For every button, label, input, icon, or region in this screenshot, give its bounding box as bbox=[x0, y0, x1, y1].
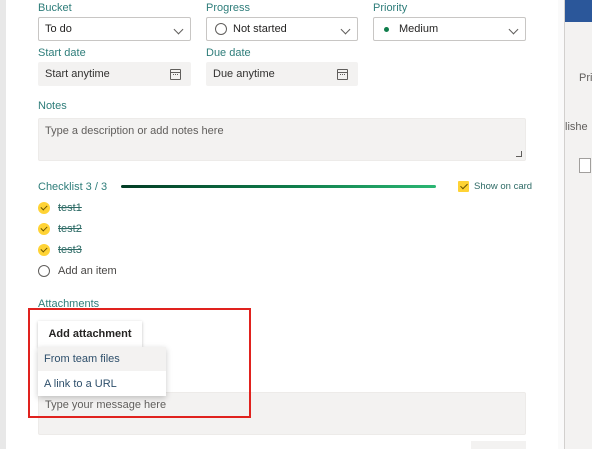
checklist-item[interactable]: test1 bbox=[38, 202, 82, 214]
chevron-down-icon bbox=[173, 24, 184, 35]
notes-placeholder: Type a description or add notes here bbox=[45, 125, 224, 137]
send-button[interactable] bbox=[471, 441, 526, 449]
document-icon bbox=[579, 158, 591, 173]
chevron-down-icon bbox=[508, 24, 519, 35]
check-circle-icon[interactable] bbox=[38, 202, 50, 214]
calendar-icon[interactable] bbox=[337, 69, 348, 80]
start-date-label: Start date bbox=[38, 47, 86, 59]
calendar-icon[interactable] bbox=[170, 69, 181, 80]
check-circle-icon[interactable] bbox=[38, 244, 50, 256]
add-item-label[interactable]: Add an item bbox=[58, 265, 117, 277]
checklist-item-text[interactable]: test2 bbox=[58, 223, 82, 235]
empty-circle-icon bbox=[215, 23, 227, 35]
checklist-item-text[interactable]: test3 bbox=[58, 244, 82, 256]
notes-textarea[interactable]: Type a description or add notes here bbox=[38, 118, 526, 161]
priority-value: Medium bbox=[399, 23, 439, 35]
progress-dropdown[interactable]: Not started bbox=[206, 17, 358, 41]
bucket-value: To do bbox=[45, 23, 72, 35]
start-date-field[interactable]: Start anytime bbox=[38, 62, 191, 86]
due-date-value: Due anytime bbox=[213, 68, 275, 80]
check-circle-icon[interactable] bbox=[38, 223, 50, 235]
checklist-item[interactable]: test2 bbox=[38, 223, 82, 235]
background-panel: Pri lishe bbox=[564, 0, 592, 449]
priority-label: Priority bbox=[373, 2, 408, 14]
checklist-progress-bar bbox=[121, 185, 436, 188]
progress-label: Progress bbox=[206, 2, 251, 14]
chevron-down-icon bbox=[340, 24, 351, 35]
notes-label: Notes bbox=[38, 100, 67, 112]
background-edge bbox=[0, 0, 6, 449]
background-text: lishe bbox=[565, 121, 588, 133]
show-on-card-label: Show on card bbox=[474, 181, 533, 192]
checklist-item[interactable]: test3 bbox=[38, 244, 82, 256]
resize-handle-icon[interactable] bbox=[516, 151, 522, 157]
priority-dot-icon bbox=[384, 26, 389, 32]
due-date-field[interactable]: Due anytime bbox=[206, 62, 358, 86]
show-on-card-checkbox[interactable] bbox=[458, 181, 469, 192]
priority-dropdown[interactable]: Medium bbox=[373, 17, 526, 41]
add-item-row[interactable]: Add an item bbox=[38, 265, 117, 277]
empty-circle-icon[interactable] bbox=[38, 265, 50, 277]
highlight-annotation bbox=[28, 308, 251, 418]
checklist-item-text[interactable]: test1 bbox=[58, 202, 82, 214]
due-date-label: Due date bbox=[206, 47, 251, 59]
start-date-value: Start anytime bbox=[45, 68, 110, 80]
bucket-label: Bucket bbox=[38, 2, 72, 14]
progress-value: Not started bbox=[233, 23, 287, 35]
background-topbar bbox=[565, 0, 592, 22]
checklist-label: Checklist 3 / 3 bbox=[38, 181, 108, 193]
background-text: Pri bbox=[579, 72, 592, 84]
bucket-dropdown[interactable]: To do bbox=[38, 17, 191, 41]
